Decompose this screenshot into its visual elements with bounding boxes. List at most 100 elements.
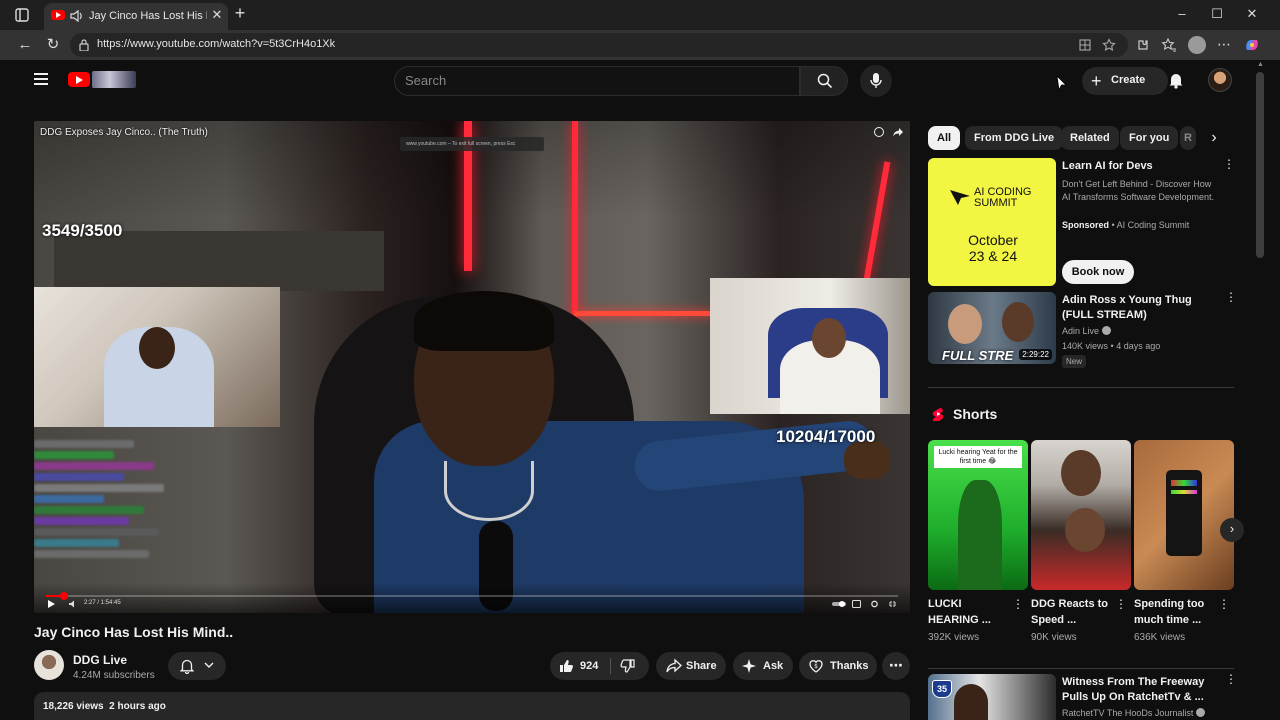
like-count[interactable]: 924 xyxy=(580,660,598,672)
more-actions-button[interactable]: ⋯ xyxy=(882,652,910,680)
subscribed-notifications-button[interactable] xyxy=(168,652,226,680)
short-menu-icon[interactable]: ⋮ xyxy=(1115,598,1127,616)
short-card[interactable]: Lucki hearing Yeat for the first time 😂 xyxy=(928,440,1028,590)
short-menu-icon[interactable]: ⋮ xyxy=(1012,598,1024,616)
hamburger-menu-icon[interactable] xyxy=(34,73,48,85)
rec-title[interactable]: Adin Ross x Young Thug (FULL STREAM) xyxy=(1062,293,1222,323)
play-icon[interactable] xyxy=(48,600,55,608)
webcam-inset-left xyxy=(34,287,280,427)
more-menu-icon[interactable]: ⋯ xyxy=(1216,37,1232,53)
short-menu-icon[interactable]: ⋮ xyxy=(1218,598,1230,616)
share-arrow-icon[interactable] xyxy=(892,127,904,137)
notifications-bell-icon[interactable] xyxy=(1168,71,1184,89)
short-card[interactable] xyxy=(1031,440,1131,590)
copilot-icon[interactable] xyxy=(1243,36,1261,54)
thumbs-down-icon[interactable] xyxy=(620,658,636,674)
volume-icon[interactable] xyxy=(68,600,78,608)
speaker-audio-icon[interactable] xyxy=(68,8,84,24)
rec-menu-icon[interactable]: ⋮ xyxy=(1225,291,1237,309)
scroll-up-arrow-icon[interactable]: ▲ xyxy=(1257,61,1264,68)
ad-menu-icon[interactable]: ⋮ xyxy=(1223,158,1235,176)
chevron-right-icon[interactable]: › xyxy=(1206,130,1222,146)
tab-actions-icon[interactable] xyxy=(14,7,30,23)
channel-avatar[interactable] xyxy=(34,650,64,680)
youtube-logo-icon[interactable] xyxy=(68,72,90,87)
autoplay-toggle-icon[interactable] xyxy=(832,600,846,608)
rec-menu-icon[interactable]: ⋮ xyxy=(1225,673,1237,691)
create-label: Create xyxy=(1111,74,1146,86)
video-player[interactable]: DDG Exposes Jay Cinco.. (The Truth) www.… xyxy=(34,121,910,613)
short-card[interactable] xyxy=(1134,440,1234,590)
maximize-icon[interactable]: ☐ xyxy=(1209,6,1225,22)
favorites-icon[interactable] xyxy=(1161,37,1177,53)
page-scrollbar[interactable] xyxy=(1256,72,1264,258)
profile-avatar-icon[interactable] xyxy=(1188,36,1206,54)
short-phone xyxy=(1166,470,1202,556)
search-input[interactable] xyxy=(405,73,785,88)
youtube-doodle-logo[interactable] xyxy=(92,71,136,88)
favorite-star-icon[interactable] xyxy=(1102,38,1116,52)
tab-close-icon[interactable]: ✕ xyxy=(210,8,224,22)
browser-tab-active[interactable]: Jay Cinco Has Lost His Mind.. ✕ xyxy=(44,3,228,30)
thumb-overlay-text: FULL STRE xyxy=(942,348,1014,363)
chip-from-ddg-live[interactable]: From DDG Live xyxy=(965,126,1064,150)
minimize-icon[interactable]: – xyxy=(1174,6,1190,22)
svg-text:$: $ xyxy=(814,663,818,670)
new-tab-button[interactable]: + xyxy=(232,4,248,22)
fullscreen-exit-icon[interactable] xyxy=(888,600,897,608)
chip-partial[interactable]: R xyxy=(1180,126,1196,150)
ad-thumb-line2: SUMMIT xyxy=(974,197,1018,209)
ad-thumbnail[interactable]: AI CODING SUMMIT October 23 & 24 xyxy=(928,158,1056,286)
player-controls: 2:27 / 1:54:45 xyxy=(34,583,910,613)
short-title[interactable]: LUCKI HEARING ... xyxy=(928,596,1008,628)
short-figure xyxy=(958,480,1002,590)
description-box[interactable]: 18,226 views 2 hours ago xyxy=(34,692,910,720)
account-avatar[interactable] xyxy=(1208,68,1232,92)
subtitles-icon[interactable] xyxy=(852,600,861,608)
ad-title[interactable]: Learn AI for Devs xyxy=(1062,159,1153,174)
watch-later-clock-icon[interactable] xyxy=(874,127,884,137)
duration-badge: 2:29:22 xyxy=(1019,349,1052,360)
rec-channel[interactable]: RatchetTV The HooDs Journalist xyxy=(1062,707,1232,720)
extensions-icon[interactable] xyxy=(1135,37,1151,53)
thanks-label: Thanks xyxy=(830,660,869,672)
close-window-icon[interactable]: ✕ xyxy=(1244,6,1260,22)
rec-thumbnail[interactable]: FULL STRE 2:29:22 xyxy=(928,292,1056,364)
progress-bar[interactable] xyxy=(46,592,898,600)
new-badge: New xyxy=(1062,355,1087,368)
thanks-button[interactable]: $ Thanks xyxy=(799,652,877,680)
short-views: 90K views xyxy=(1031,632,1077,643)
search-icon xyxy=(817,73,833,89)
search-button[interactable] xyxy=(800,66,848,96)
short-title[interactable]: Spending too much time ... xyxy=(1134,596,1214,628)
rec-thumbnail[interactable]: 35 xyxy=(928,674,1056,720)
rec-channel[interactable]: Adin Live xyxy=(1062,325,1111,338)
back-arrow-icon[interactable]: ← xyxy=(17,37,33,53)
chip-all[interactable]: All xyxy=(928,126,961,150)
channel-name[interactable]: DDG Live xyxy=(73,653,127,667)
thumb-figure xyxy=(1002,302,1034,342)
share-icon xyxy=(666,658,682,673)
chip-related[interactable]: Related xyxy=(1061,126,1119,150)
rec-title[interactable]: Witness From The Freeway Pulls Up On Rat… xyxy=(1062,675,1222,705)
book-now-button[interactable]: Book now xyxy=(1062,260,1134,284)
url-field[interactable]: https://www.youtube.com/watch?v=5t3CrH4o… xyxy=(70,33,1128,57)
shorts-next-chevron-icon[interactable]: › xyxy=(1220,518,1244,542)
time-display: 2:27 / 1:54:45 xyxy=(84,600,121,606)
settings-gear-icon[interactable] xyxy=(870,600,879,608)
app-available-icon[interactable] xyxy=(1078,38,1092,52)
search-box[interactable] xyxy=(394,66,800,96)
short-title[interactable]: DDG Reacts to Speed ... xyxy=(1031,596,1111,628)
reload-icon[interactable]: ↻ xyxy=(45,37,61,53)
interstate-shield-icon: 35 xyxy=(932,680,952,698)
rec-age: 4 days ago xyxy=(1116,341,1161,351)
lock-icon[interactable] xyxy=(79,39,89,51)
create-button[interactable]: + Create xyxy=(1082,67,1168,95)
tab-title: Jay Cinco Has Lost His Mind.. xyxy=(89,10,207,22)
chip-for-you[interactable]: For you xyxy=(1120,126,1179,150)
share-button[interactable]: Share xyxy=(656,652,726,680)
thumbs-up-icon[interactable] xyxy=(558,658,574,674)
progress-scrubber[interactable] xyxy=(60,592,68,600)
ask-button[interactable]: Ask xyxy=(733,652,793,680)
voice-search-button[interactable] xyxy=(860,65,892,97)
